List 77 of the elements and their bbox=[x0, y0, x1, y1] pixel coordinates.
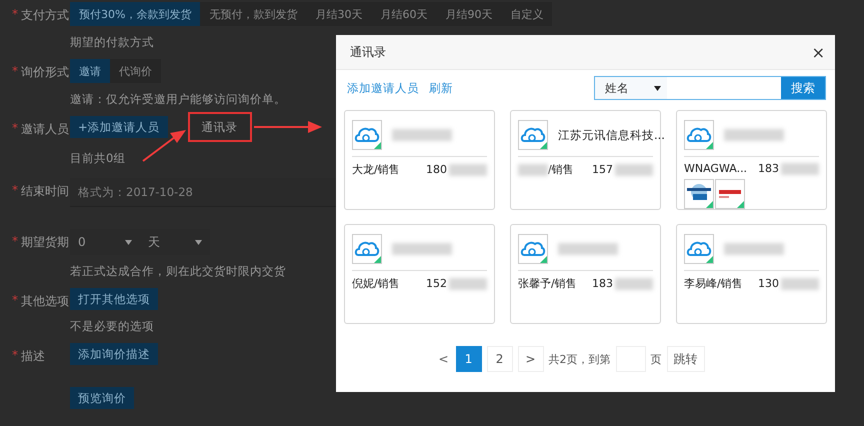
contact-card[interactable]: 李易峰/销售 130 bbox=[676, 224, 827, 324]
option-button[interactable]: 预付30%，余款到发货 bbox=[70, 2, 200, 26]
phone-number: 183 bbox=[592, 277, 613, 290]
cloud-logo-icon bbox=[352, 120, 382, 150]
company-logo-icon bbox=[684, 179, 714, 209]
phone-number: 180 bbox=[426, 163, 447, 176]
cloud-logo-icon bbox=[518, 120, 548, 150]
redacted-text bbox=[615, 278, 653, 290]
option-button[interactable]: 自定义 bbox=[501, 2, 552, 26]
caret-icon bbox=[125, 240, 132, 244]
option-button[interactable]: 邀请 bbox=[70, 59, 110, 83]
prev-page-button[interactable]: < bbox=[436, 352, 451, 366]
toolbar-link[interactable]: 添加邀请人员 bbox=[347, 80, 419, 96]
field-label: 支付方式 bbox=[21, 7, 69, 24]
contact-person: 倪妮/销售 bbox=[352, 276, 400, 291]
caret-icon bbox=[195, 240, 202, 244]
required-mark: * bbox=[12, 121, 18, 137]
close-button[interactable]: × bbox=[812, 42, 825, 62]
required-mark: * bbox=[12, 348, 18, 364]
contact-person: 张馨予/销售 bbox=[518, 276, 577, 291]
hint-text: 不是必要的选项 bbox=[70, 318, 155, 334]
contact-card[interactable]: 大龙/销售 180 bbox=[344, 110, 495, 210]
redacted-text bbox=[615, 164, 653, 176]
hint-text: 邀请：仅允许受邀用户能够访问询价单。 bbox=[70, 91, 286, 107]
required-mark: * bbox=[12, 64, 18, 80]
redacted-text bbox=[781, 278, 819, 290]
company-logo-icon bbox=[715, 179, 745, 209]
required-mark: * bbox=[12, 293, 18, 309]
contact-card[interactable]: 倪妮/销售 152 bbox=[344, 224, 495, 324]
action-button[interactable]: 打开其他选项 bbox=[70, 288, 158, 310]
hint-text: 若正式达成合作，则在此交货时限内交货 bbox=[70, 263, 286, 279]
contact-person: /销售 bbox=[548, 162, 574, 177]
page-button[interactable]: 1 bbox=[456, 346, 482, 372]
option-button[interactable]: 月结90天 bbox=[436, 2, 502, 26]
action-button[interactable]: 预览询价 bbox=[70, 387, 134, 409]
required-mark: * bbox=[12, 234, 18, 250]
cloud-logo-icon bbox=[352, 234, 382, 264]
action-button[interactable]: +添加邀请人员 bbox=[70, 116, 168, 138]
field-label: 询价形式 bbox=[21, 64, 69, 81]
cloud-logo-icon bbox=[518, 234, 548, 264]
contact-card[interactable]: WNAGWA... 183 bbox=[676, 110, 827, 210]
contact-person: WNAGWA... bbox=[684, 162, 748, 175]
redacted-text bbox=[781, 162, 819, 174]
phone-number: 130 bbox=[758, 277, 779, 290]
page-total-text: 共2页，到第 bbox=[548, 352, 611, 366]
field-label: 邀请人员 bbox=[21, 121, 69, 138]
phone-number: 157 bbox=[592, 163, 613, 176]
phone-number: 152 bbox=[426, 277, 447, 290]
phone-number: 183 bbox=[758, 162, 779, 175]
option-button[interactable]: 月结30天 bbox=[306, 2, 372, 26]
cloud-logo-icon bbox=[684, 120, 714, 150]
contacts-button[interactable]: 通讯录 bbox=[188, 112, 252, 142]
page-unit-text: 页 bbox=[650, 352, 662, 366]
cloud-logo-icon bbox=[684, 234, 714, 264]
required-mark: * bbox=[12, 183, 18, 199]
redacted-text bbox=[449, 278, 487, 290]
field-label: 期望货期 bbox=[21, 234, 69, 251]
option-button[interactable]: 无预付，款到发货 bbox=[200, 2, 306, 26]
next-page-button[interactable]: > bbox=[518, 346, 544, 372]
annotation-arrow bbox=[254, 121, 322, 133]
field-label: 结束时间 bbox=[21, 183, 69, 200]
dialog-title: 通讯录 bbox=[350, 44, 386, 60]
page-button[interactable]: 2 bbox=[486, 346, 513, 372]
required-mark: * bbox=[12, 7, 18, 23]
option-button[interactable]: 月结60天 bbox=[371, 2, 436, 26]
hint-text: 期望的付款方式 bbox=[70, 34, 155, 50]
action-button[interactable]: 添加询价描述 bbox=[70, 343, 158, 365]
contact-card[interactable]: 张馨予/销售 183 bbox=[510, 224, 661, 324]
jump-button[interactable]: 跳转 bbox=[666, 346, 705, 372]
field-label: 其他选项 bbox=[21, 293, 69, 310]
redacted-text bbox=[449, 164, 487, 176]
hint-text: 目前共0组 bbox=[70, 150, 126, 166]
field-label: 描述 bbox=[21, 348, 45, 365]
option-button[interactable]: 代询价 bbox=[110, 59, 161, 83]
contact-person: 李易峰/销售 bbox=[684, 276, 743, 291]
toolbar-link[interactable]: 刷新 bbox=[429, 80, 453, 96]
contact-person: 大龙/销售 bbox=[352, 162, 400, 177]
